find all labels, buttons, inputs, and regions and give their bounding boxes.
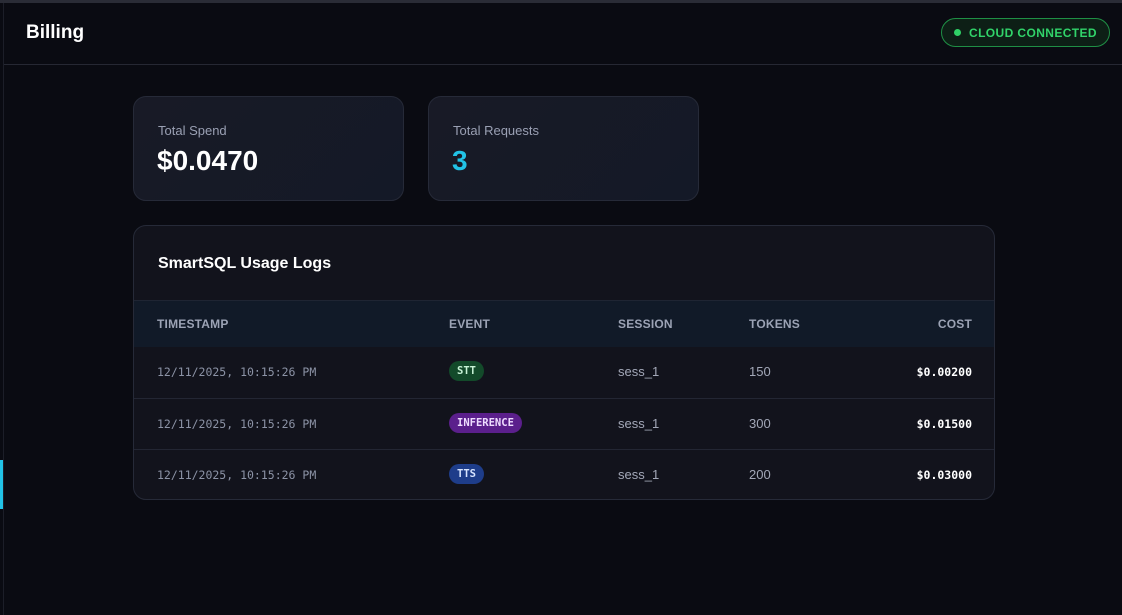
left-rail xyxy=(0,3,4,615)
row-tokens: 300 xyxy=(749,416,771,431)
cloud-status-badge: CLOUD CONNECTED xyxy=(941,18,1110,47)
table-row: 12/11/2025, 10:15:26 PM TTS sess_1 200 $… xyxy=(134,449,994,499)
row-cost: $0.00200 xyxy=(916,365,972,379)
table-row: 12/11/2025, 10:15:26 PM STT sess_1 150 $… xyxy=(134,347,994,398)
column-header-event: EVENT xyxy=(449,317,491,331)
row-session: sess_1 xyxy=(618,364,660,379)
billing-app: Billing CLOUD CONNECTED Total Spend $0.0… xyxy=(0,0,1122,615)
status-dot-icon xyxy=(954,29,961,36)
usage-logs-card: SmartSQL Usage Logs TIMESTAMP EVENT SESS… xyxy=(133,225,995,500)
row-cost: $0.01500 xyxy=(916,417,972,431)
total-requests-value: 3 xyxy=(452,145,468,176)
row-timestamp: 12/11/2025, 10:15:26 PM xyxy=(157,468,317,482)
row-tokens: 200 xyxy=(749,467,771,482)
event-badge-tts: TTS xyxy=(449,464,484,484)
event-badge-stt: STT xyxy=(449,361,484,381)
column-header-tokens: TOKENS xyxy=(749,317,800,331)
total-requests-card: Total Requests 3 xyxy=(428,96,699,201)
column-header-timestamp: TIMESTAMP xyxy=(157,317,229,331)
cloud-status-text: CLOUD CONNECTED xyxy=(969,25,1097,40)
usage-logs-title: SmartSQL Usage Logs xyxy=(158,255,332,272)
row-timestamp: 12/11/2025, 10:15:26 PM xyxy=(157,417,317,431)
event-badge-inference: INFERENCE xyxy=(449,413,522,433)
active-nav-indicator xyxy=(0,460,3,509)
table-row: 12/11/2025, 10:15:26 PM INFERENCE sess_1… xyxy=(134,398,994,449)
total-spend-value: $0.0470 xyxy=(157,145,259,176)
total-spend-label: Total Spend xyxy=(158,123,227,138)
column-header-session: SESSION xyxy=(618,317,673,331)
row-session: sess_1 xyxy=(618,416,660,431)
total-requests-label: Total Requests xyxy=(453,123,539,138)
row-session: sess_1 xyxy=(618,467,660,482)
total-spend-card: Total Spend $0.0470 xyxy=(133,96,404,201)
row-tokens: 150 xyxy=(749,364,771,379)
page-header: Billing CLOUD CONNECTED xyxy=(4,3,1122,65)
page-title: Billing xyxy=(26,22,85,43)
row-timestamp: 12/11/2025, 10:15:26 PM xyxy=(157,365,317,379)
row-cost: $0.03000 xyxy=(916,468,972,482)
usage-logs-table-header: TIMESTAMP EVENT SESSION TOKENS COST xyxy=(134,300,994,347)
column-header-cost: COST xyxy=(937,317,972,331)
